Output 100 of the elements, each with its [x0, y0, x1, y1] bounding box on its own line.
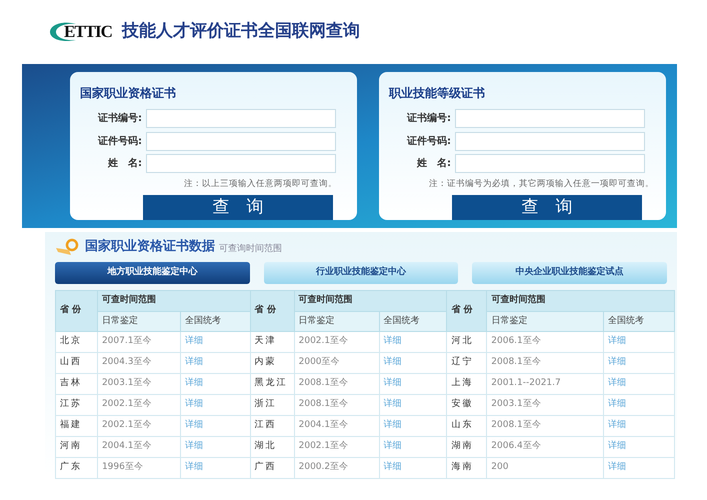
- detail-link[interactable]: 详细: [384, 336, 402, 346]
- detail-link[interactable]: 详细: [184, 462, 203, 472]
- field-label: 姓 名:: [106, 156, 143, 172]
- detail-link[interactable]: 详细: [608, 399, 626, 410]
- input-field[interactable]: [146, 132, 336, 151]
- column-header: 省 份: [56, 290, 98, 332]
- table-cell: 安徽: [446, 394, 487, 416]
- table-cell: 200: [486, 458, 604, 478]
- table-cell: 2003.1至今: [486, 394, 604, 416]
- table-cell: 江西: [250, 416, 294, 436]
- column-header: 省 份: [446, 290, 487, 332]
- column-header: 省 份: [250, 290, 294, 332]
- input-field[interactable]: [146, 108, 336, 128]
- table-cell: 湖南: [446, 436, 487, 458]
- table-cell: 2002.1至今: [294, 332, 379, 352]
- table-cell: 2000.2至今: [294, 458, 379, 478]
- table-cell: 天津: [250, 332, 294, 352]
- field-label: 证件号码:: [406, 134, 452, 149]
- section-title: 国家职业资格证书数据: [85, 238, 215, 256]
- table-cell: 山西: [56, 352, 98, 374]
- note-text: 注：以上三项输入任意两项即可查询。: [184, 178, 338, 191]
- column-header: 可查时间范围: [97, 290, 250, 312]
- table-cell: 2006.4至今: [486, 436, 604, 458]
- table-cell: 2006.1至今: [486, 332, 604, 352]
- input-field[interactable]: [455, 154, 645, 174]
- field-label: 证件号码:: [96, 134, 143, 149]
- table-cell: 2004.1至今: [97, 436, 180, 458]
- input-field[interactable]: [455, 132, 645, 151]
- field-label: 证书编号:: [406, 112, 452, 126]
- table-cell: 黑龙江: [250, 374, 294, 394]
- detail-link[interactable]: 详细: [384, 441, 402, 452]
- table-cell: 广西: [250, 458, 294, 478]
- field-label: 姓 名:: [416, 156, 452, 172]
- table-cell: 2004.1至今: [294, 416, 379, 436]
- table-cell: 吉林: [56, 374, 98, 394]
- column-header: 可查时间范围: [294, 290, 447, 312]
- column-header: 全国统考: [180, 312, 250, 332]
- table-cell: 河南: [56, 436, 98, 458]
- table-cell: 河北: [446, 332, 487, 352]
- table-cell: 内蒙: [250, 352, 294, 374]
- detail-link[interactable]: 详细: [184, 441, 203, 452]
- detail-link[interactable]: 详细: [184, 399, 203, 410]
- table-cell: 2001.1--2021.7: [486, 374, 604, 394]
- column-header: 日常鉴定: [294, 312, 379, 332]
- tab[interactable]: 中央企业职业技能鉴定试点: [472, 262, 668, 284]
- table-cell: 北京: [56, 332, 98, 352]
- table-cell: 2002.1至今: [97, 394, 180, 416]
- column-header: 全国统考: [604, 312, 674, 332]
- note-text: 注：证书编号为必填，其它两项输入任意一项即可查询。: [429, 178, 655, 191]
- card-title: 职业技能等级证书: [389, 85, 486, 102]
- detail-link[interactable]: 详细: [184, 420, 203, 430]
- field-label: 证书编号:: [96, 112, 143, 126]
- detail-link[interactable]: 详细: [184, 378, 203, 388]
- table-cell: 2002.1至今: [294, 436, 379, 458]
- table-cell: 山东: [446, 416, 487, 436]
- column-header: 可查时间范围: [486, 290, 674, 312]
- table-cell: 2008.1至今: [294, 394, 379, 416]
- detail-link[interactable]: 详细: [608, 441, 626, 452]
- logo-text: ETTIC: [64, 21, 112, 44]
- table-cell: 2003.1至今: [97, 374, 180, 394]
- section-subtitle: 可查询时间范围: [219, 242, 282, 256]
- detail-link[interactable]: 详细: [608, 420, 626, 430]
- tab[interactable]: 地方职业技能鉴定中心: [55, 262, 250, 284]
- site-title: 技能人才评价证书全国联网查询: [122, 20, 360, 44]
- column-header: 全国统考: [379, 312, 447, 332]
- magnifier-icon: [55, 238, 81, 256]
- detail-link[interactable]: 详细: [384, 357, 402, 368]
- table-cell: 福建: [56, 416, 98, 436]
- detail-link[interactable]: 详细: [384, 399, 402, 410]
- table-cell: 广东: [56, 458, 98, 478]
- input-field[interactable]: [146, 154, 336, 174]
- detail-link[interactable]: 详细: [184, 357, 203, 368]
- input-field[interactable]: [455, 108, 645, 128]
- table-cell: 2008.1至今: [486, 416, 604, 436]
- table-cell: 2008.1至今: [294, 374, 379, 394]
- detail-link[interactable]: 详细: [608, 378, 626, 388]
- table-cell: 2008.1至今: [486, 352, 604, 374]
- table-cell: 2004.3至今: [97, 352, 180, 374]
- table-cell: 1996至今: [97, 458, 180, 478]
- query-button[interactable]: 查 询: [143, 195, 333, 220]
- detail-link[interactable]: 详细: [184, 336, 203, 346]
- table-cell: 湖北: [250, 436, 294, 458]
- detail-link[interactable]: 详细: [384, 462, 402, 472]
- table-cell: 上海: [446, 374, 487, 394]
- table-cell: 2007.1至今: [97, 332, 180, 352]
- detail-link[interactable]: 详细: [608, 336, 626, 346]
- column-header: 日常鉴定: [97, 312, 180, 332]
- detail-link[interactable]: 详细: [608, 357, 626, 368]
- tab[interactable]: 行业职业技能鉴定中心: [264, 262, 458, 284]
- table-cell: 海南: [446, 458, 487, 478]
- query-button[interactable]: 查 询: [452, 195, 642, 220]
- table-cell: 辽宁: [446, 352, 487, 374]
- detail-link[interactable]: 详细: [384, 378, 402, 388]
- table-cell: 2000至今: [294, 352, 379, 374]
- detail-link[interactable]: 详细: [384, 420, 402, 430]
- card-title: 国家职业资格证书: [80, 85, 177, 102]
- table-cell: 2002.1至今: [97, 416, 180, 436]
- table-cell: 江苏: [56, 394, 98, 416]
- column-header: 日常鉴定: [486, 312, 604, 332]
- detail-link[interactable]: 详细: [608, 462, 626, 472]
